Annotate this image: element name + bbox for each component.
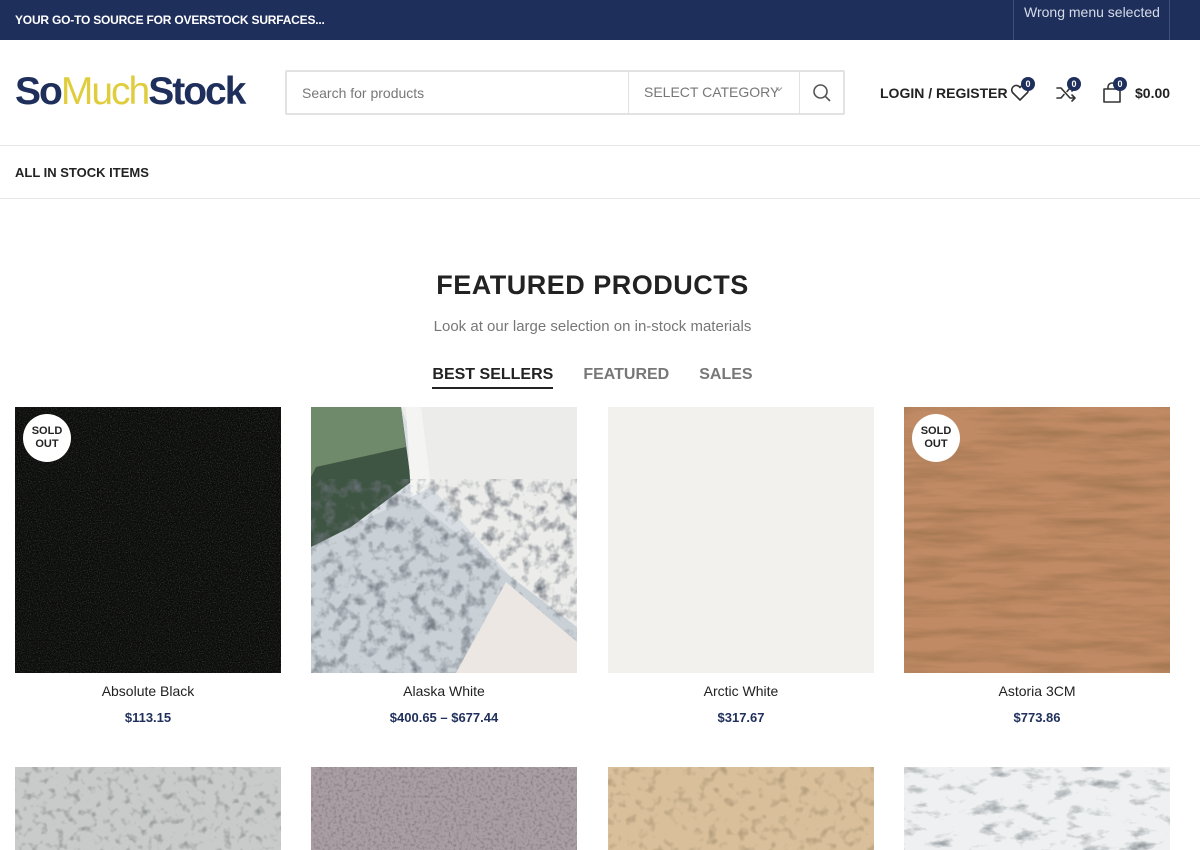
product-image[interactable] <box>15 767 281 850</box>
main-nav: ALL IN STOCK ITEMS <box>0 145 1200 199</box>
product-image[interactable]: SOLD OUT <box>904 407 1170 673</box>
site-logo[interactable]: SoMuchStock <box>15 70 246 113</box>
chevron-down-icon <box>775 87 783 92</box>
product-name[interactable]: Alaska White <box>311 683 577 699</box>
sold-out-text-1: SOLD <box>31 425 63 437</box>
search-icon <box>812 83 831 102</box>
tab-featured[interactable]: FEATURED <box>583 366 669 387</box>
product-price: $317.67 <box>717 710 765 725</box>
product-image-beige-quartz <box>608 767 874 850</box>
category-select-label: SELECT CATEGORY <box>644 84 780 100</box>
section-subtitle: Look at our large selection on in-stock … <box>433 318 752 335</box>
search-form: SELECT CATEGORY <box>285 70 845 115</box>
sold-out-text-1: SOLD <box>920 425 952 437</box>
product-image-white-marble <box>904 767 1170 850</box>
product-image[interactable] <box>608 767 874 850</box>
category-select[interactable]: SELECT CATEGORY <box>628 72 799 113</box>
tab-best-sellers[interactable]: BEST SELLERS <box>432 366 554 389</box>
product-name[interactable]: Arctic White <box>608 683 874 699</box>
product-image-alaska-white <box>311 407 577 673</box>
login-register-link[interactable]: LOGIN / REGISTER <box>880 85 1008 101</box>
search-button[interactable] <box>799 72 843 113</box>
top-bar: YOUR GO-TO SOURCE FOR OVERSTOCK SURFACES… <box>0 0 1200 40</box>
logo-part-so: So <box>15 70 63 113</box>
product-name[interactable]: Absolute Black <box>15 683 281 699</box>
section-title: FEATURED PRODUCTS <box>436 270 749 300</box>
wishlist-count-badge: 0 <box>1021 77 1035 91</box>
product-price: $773.86 <box>1013 710 1061 725</box>
wishlist-button[interactable]: 0 <box>1009 77 1035 104</box>
topbar-tagline: YOUR GO-TO SOURCE FOR OVERSTOCK SURFACES… <box>15 13 325 27</box>
product-price: $400.65 – $677.44 <box>389 710 499 725</box>
product-image-arctic-white <box>608 407 874 673</box>
cart-total[interactable]: $0.00 <box>1135 85 1170 101</box>
cart-button[interactable]: 0 <box>1101 77 1127 104</box>
compare-button[interactable]: 0 <box>1055 77 1081 104</box>
compare-count-badge: 0 <box>1067 77 1081 91</box>
product-name[interactable]: Astoria 3CM <box>904 683 1170 699</box>
product-image[interactable] <box>311 407 577 673</box>
sold-out-text-2: OUT <box>924 438 948 450</box>
product-image-speckled-granite <box>311 767 577 850</box>
product-image[interactable] <box>904 767 1170 850</box>
product-image-gray-quartz <box>15 767 281 850</box>
logo-part-much: Much <box>60 70 150 113</box>
product-image[interactable] <box>608 407 874 673</box>
logo-part-stock: Stock <box>148 70 246 113</box>
product-price: $113.15 <box>124 710 172 725</box>
site-header: SoMuchStock SELECT CATEGORY LOGIN / REGI… <box>0 40 1200 145</box>
sold-out-badge: SOLD OUT <box>912 414 960 462</box>
search-input[interactable] <box>287 72 627 113</box>
sold-out-text-2: OUT <box>35 438 59 450</box>
sold-out-badge: SOLD OUT <box>23 414 71 462</box>
cart-count-badge: 0 <box>1113 77 1127 91</box>
product-image[interactable] <box>311 767 577 850</box>
product-image[interactable]: SOLD OUT <box>15 407 281 673</box>
topbar-menu[interactable]: Wrong menu selected <box>1013 0 1170 40</box>
nav-item-all-in-stock[interactable]: ALL IN STOCK ITEMS <box>15 165 149 180</box>
product-tabs: BEST SELLERS FEATURED SALES <box>0 366 1185 389</box>
tab-sales[interactable]: SALES <box>699 366 752 387</box>
